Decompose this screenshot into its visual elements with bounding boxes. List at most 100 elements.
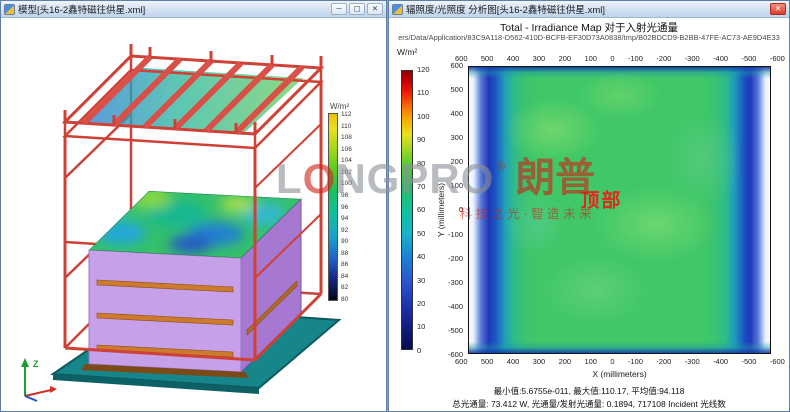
x-tick-label: -400 bbox=[713, 54, 728, 63]
x-tick-label: -200 bbox=[656, 357, 671, 366]
x-tick-label: -100 bbox=[628, 357, 643, 366]
colorbar-tick-label: 10 bbox=[417, 322, 430, 331]
y-tick-label: 500 bbox=[450, 85, 463, 94]
minimize-button[interactable]: ─ bbox=[331, 3, 347, 15]
irradiance-window-title: 辐照度/光照度 分析图[头16-2鑫特磁往供星.xml] bbox=[406, 2, 767, 16]
model-window-titlebar[interactable]: 模型[头16-2鑫特磁往供星.xml] ─ ▢ ✕ bbox=[1, 1, 386, 18]
x-tick-label: -600 bbox=[770, 54, 785, 63]
x-tick-label: -500 bbox=[741, 54, 756, 63]
legend-tick-label: 104 bbox=[341, 157, 352, 164]
model-viewport[interactable]: W/m² 112 110 108 106 104 102 100 98 96 94 92 90 88 86… bbox=[1, 18, 386, 411]
x-tick-label: 600 bbox=[455, 54, 468, 63]
x-tick-label: 400 bbox=[507, 54, 520, 63]
legend-tick-label: 98 bbox=[341, 192, 352, 199]
legend-tick-label: 102 bbox=[341, 169, 352, 176]
x-tick-label: 300 bbox=[533, 54, 546, 63]
x-tick-label: 200 bbox=[559, 357, 572, 366]
legend-tick-label: 88 bbox=[341, 250, 352, 257]
y-tick-label: 300 bbox=[450, 133, 463, 142]
window-controls: ─ ▢ ✕ bbox=[331, 3, 383, 15]
legend-tick-label: 86 bbox=[341, 261, 352, 268]
colorbar bbox=[401, 70, 413, 350]
colorbar-tick-label: 120 bbox=[417, 65, 430, 74]
x-tick-label: -600 bbox=[770, 357, 785, 366]
x-tick-label: 100 bbox=[584, 54, 597, 63]
x-tick-label: 400 bbox=[507, 357, 520, 366]
model-window: 模型[头16-2鑫特磁往供星.xml] ─ ▢ ✕ bbox=[0, 0, 387, 412]
irradiance-window-titlebar[interactable]: 辐照度/光照度 分析图[头16-2鑫特磁往供星.xml] ✕ bbox=[389, 1, 789, 18]
colorbar-tick-labels: 1201101009080706050403020100 bbox=[417, 65, 430, 355]
x-tick-label: 0 bbox=[610, 54, 614, 63]
legend-tick-label: 100 bbox=[341, 180, 352, 187]
x-axis-label: X (millimeters) bbox=[468, 369, 771, 379]
legend-tick-label: 110 bbox=[341, 123, 352, 130]
colorbar-unit-label: W/m² bbox=[397, 47, 417, 57]
x-tick-label: -300 bbox=[685, 357, 700, 366]
legend-tick-label: 108 bbox=[341, 134, 352, 141]
legend-tick-label: 92 bbox=[341, 227, 352, 234]
stats-line-minmax: 最小值:5.6755e-011, 最大值:110.17, 平均值:94.118 bbox=[389, 385, 789, 397]
legend-unit-label: W/m² bbox=[330, 102, 378, 111]
legend-colorbar bbox=[328, 113, 338, 301]
x-tick-label: 200 bbox=[559, 54, 572, 63]
x-tick-label: 600 bbox=[455, 357, 468, 366]
x-tick-label: -100 bbox=[628, 54, 643, 63]
x-tick-label: 100 bbox=[584, 357, 597, 366]
colorbar-tick-label: 30 bbox=[417, 276, 430, 285]
x-tick-label: 300 bbox=[533, 357, 546, 366]
y-tick-label: 400 bbox=[450, 109, 463, 118]
y-tick-label: -500 bbox=[448, 326, 463, 335]
x-tick-label: 500 bbox=[481, 357, 494, 366]
legend-tick-label: 80 bbox=[341, 296, 352, 303]
y-tick-label: -300 bbox=[448, 278, 463, 287]
model-legend: W/m² 112 110 108 106 104 102 100 98 96 94 92 90 88 86… bbox=[328, 102, 378, 303]
maximize-button[interactable]: ▢ bbox=[349, 3, 365, 15]
irradiance-window: 辐照度/光照度 分析图[头16-2鑫特磁往供星.xml] ✕ Total - I… bbox=[388, 0, 790, 412]
y-tick-label: 100 bbox=[450, 181, 463, 190]
colorbar-tick-label: 110 bbox=[417, 88, 430, 97]
y-tick-label: -400 bbox=[448, 302, 463, 311]
colorbar-tick-label: 40 bbox=[417, 252, 430, 261]
z-axis-label: Z bbox=[33, 359, 39, 369]
model-window-title: 模型[头16-2鑫特磁往供星.xml] bbox=[18, 2, 328, 16]
colorbar-tick-label: 50 bbox=[417, 229, 430, 238]
legend-tick-label: 94 bbox=[341, 215, 352, 222]
screen: 模型[头16-2鑫特磁往供星.xml] ─ ▢ ✕ bbox=[0, 0, 790, 412]
x-tick-label: -500 bbox=[741, 357, 756, 366]
colorbar-tick-label: 0 bbox=[417, 346, 430, 355]
legend-tick-labels: 112 110 108 106 104 102 100 98 96 94 92 90 88 86 84 82 8… bbox=[341, 111, 352, 303]
map-annotation: 顶部 bbox=[580, 185, 622, 212]
y-tick-label: 200 bbox=[450, 157, 463, 166]
close-button[interactable]: ✕ bbox=[770, 3, 786, 15]
x-tick-label: -400 bbox=[713, 357, 728, 366]
y-tick-label: -200 bbox=[448, 254, 463, 263]
colorbar-tick-label: 90 bbox=[417, 135, 430, 144]
x-tick-label: 500 bbox=[481, 54, 494, 63]
x-tick-label: 0 bbox=[610, 357, 614, 366]
legend-tick-label: 84 bbox=[341, 273, 352, 280]
x-tick-label: -300 bbox=[685, 54, 700, 63]
map-file-path: ers/Data/Application/83C9A118-D562-410D-… bbox=[389, 33, 789, 42]
model-window-icon bbox=[4, 4, 15, 15]
colorbar-tick-label: 70 bbox=[417, 182, 430, 191]
irradiance-analysis-panel: Total - Irradiance Map 对于入射光通量 ers/Data/… bbox=[389, 18, 789, 411]
stats-line-flux: 总光通量: 73.412 W, 光通量/发射光通量: 0.1894, 71710… bbox=[389, 398, 789, 410]
x-axis-tick-labels-bottom: 600 500 400 300 200 100 0 -100 -200 -300 -400 -500 -… bbox=[455, 357, 785, 366]
close-button[interactable]: ✕ bbox=[367, 3, 383, 15]
colorbar-tick-label: 100 bbox=[417, 112, 430, 121]
y-axis-tick-labels: 6005004003002001000-100-200-300-400-500-… bbox=[433, 61, 463, 359]
y-tick-label: -100 bbox=[448, 230, 463, 239]
irradiance-window-icon bbox=[392, 4, 403, 15]
colorbar-tick-label: 20 bbox=[417, 299, 430, 308]
legend-tick-label: 106 bbox=[341, 146, 352, 153]
y-tick-label: 0 bbox=[459, 205, 463, 214]
x-axis-tick-labels-top: 600 500 400 300 200 100 0 -100 -200 -300 -400 -500 -… bbox=[455, 54, 785, 63]
orientation-axes: Z bbox=[9, 354, 61, 407]
legend-tick-label: 112 bbox=[341, 111, 352, 118]
legend-tick-label: 82 bbox=[341, 284, 352, 291]
colorbar-tick-label: 80 bbox=[417, 159, 430, 168]
legend-tick-label: 96 bbox=[341, 204, 352, 211]
legend-tick-label: 90 bbox=[341, 238, 352, 245]
irradiance-map[interactable]: 顶部 bbox=[468, 66, 771, 354]
x-tick-label: -200 bbox=[656, 54, 671, 63]
